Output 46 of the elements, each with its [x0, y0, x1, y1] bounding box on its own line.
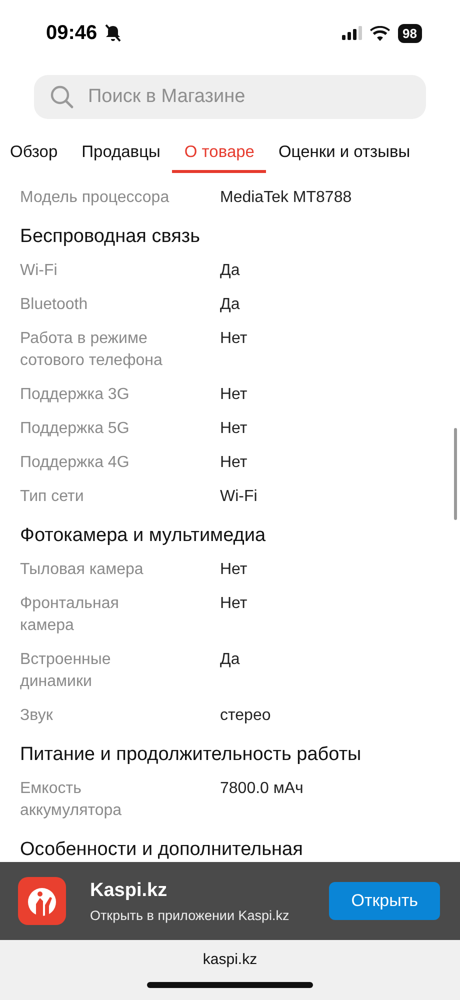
app-subtitle: Открыть в приложении Kaspi.kz — [90, 908, 290, 922]
spec-label: Тип сети — [20, 487, 85, 507]
spec-label: Тыловая камера — [20, 560, 144, 580]
status-time: 09:46 — [46, 22, 98, 44]
spec-value: Да — [220, 650, 240, 670]
wifi-icon — [370, 26, 390, 40]
section-heading: Питание и продолжительность работы — [19, 743, 362, 767]
spec-label: Bluetooth — [20, 295, 89, 315]
signal-icon — [342, 26, 362, 40]
spec-label: Поддержка 5G — [20, 419, 130, 439]
spec-value: Нет — [220, 560, 248, 580]
section-heading: Беспроводная связь — [19, 225, 201, 249]
spec-value: Нет — [220, 453, 248, 473]
spec-value: 7800.0 мАч — [220, 779, 304, 799]
spec-label: Емкость аккумулятора — [20, 779, 123, 821]
spec-value: стерео — [220, 706, 271, 726]
address-bar-url[interactable]: kaspi.kz — [202, 951, 258, 968]
section-heading: Особенности и дополнительная — [19, 838, 304, 862]
tab[interactable]: Продавцы — [70, 133, 172, 173]
spec-label: Работа в режиме сотового телефона — [20, 329, 164, 371]
open-app-button[interactable]: Открыть — [329, 882, 440, 920]
search-icon — [50, 85, 74, 109]
spec-value: MediaTek MT8788 — [220, 188, 352, 208]
spec-label: Встроенные динамики — [20, 650, 112, 692]
tab[interactable]: Оценки и отзывы — [266, 133, 422, 173]
spec-value: Wi-Fi — [220, 487, 258, 507]
spec-label: Модель процессора — [20, 188, 170, 208]
spec-value: Нет — [220, 329, 248, 349]
app-logo-icon — [18, 877, 66, 925]
spec-value: Нет — [220, 419, 248, 439]
search-field[interactable]: Поиск в Магазине — [34, 75, 426, 119]
section-heading: Фотокамера и мультимедиа — [19, 524, 267, 548]
spec-value: Нет — [220, 385, 248, 405]
spec-label: Поддержка 3G — [20, 385, 130, 405]
spec-value: Да — [220, 261, 240, 281]
spec-label: Фронтальная камера — [20, 594, 120, 636]
spec-label: Wi-Fi — [20, 261, 58, 281]
app-name: Kaspi.kz — [90, 880, 168, 902]
spec-value: Нет — [220, 594, 248, 614]
tab[interactable]: О товаре — [172, 133, 266, 173]
spec-label: Поддержка 4G — [20, 453, 130, 473]
spec-value: Да — [220, 295, 240, 315]
battery-indicator: 98 — [398, 24, 422, 42]
muted-bell-icon — [105, 24, 122, 42]
tab[interactable]: Обзор — [0, 133, 70, 173]
spec-label: Звук — [20, 706, 54, 726]
